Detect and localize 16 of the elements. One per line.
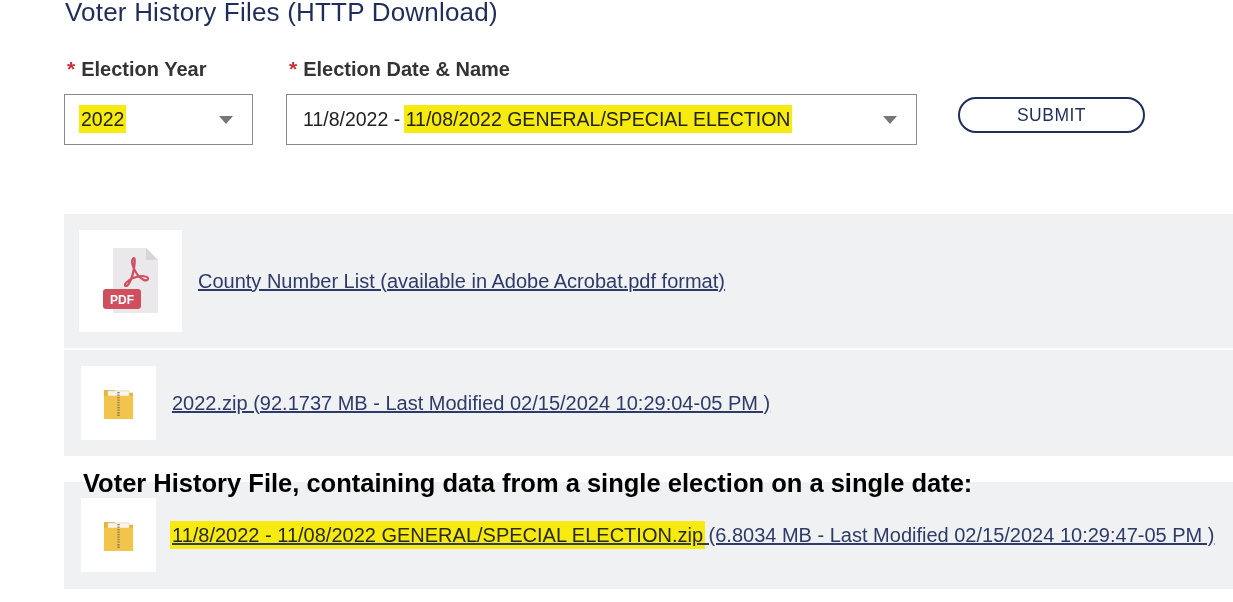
zip-folder-icon [81, 366, 156, 440]
required-asterisk: * [67, 57, 76, 81]
zip-folder-icon [81, 498, 156, 572]
dropdown-field[interactable]: 11/8/2022 - 11/08/2022 GENERAL/SPECIAL ELECTION [286, 94, 917, 145]
download-link[interactable]: County Number List (available in Adobe Acrobat.pdf format) [198, 269, 725, 293]
caret-icon [219, 115, 233, 124]
pdf-file-icon: PDF [79, 230, 182, 332]
caret-icon [883, 115, 897, 124]
field-label: Election Date & Name [303, 58, 510, 81]
submit-button[interactable]: SUBMIT [958, 97, 1145, 133]
dropdown-field[interactable]: 2022 [64, 94, 253, 145]
required-asterisk: * [289, 57, 298, 81]
page-title: Voter History Files (HTTP Download) [65, 0, 499, 27]
download-link[interactable]: 2022.zip (92.1737 MB - Last Modified 02/15/2024 10:29:04-05 PM ) [172, 391, 771, 415]
section-caption: Voter History File, containing data from a single election on a single date: [83, 469, 973, 497]
field-label: Election Year [81, 58, 207, 81]
